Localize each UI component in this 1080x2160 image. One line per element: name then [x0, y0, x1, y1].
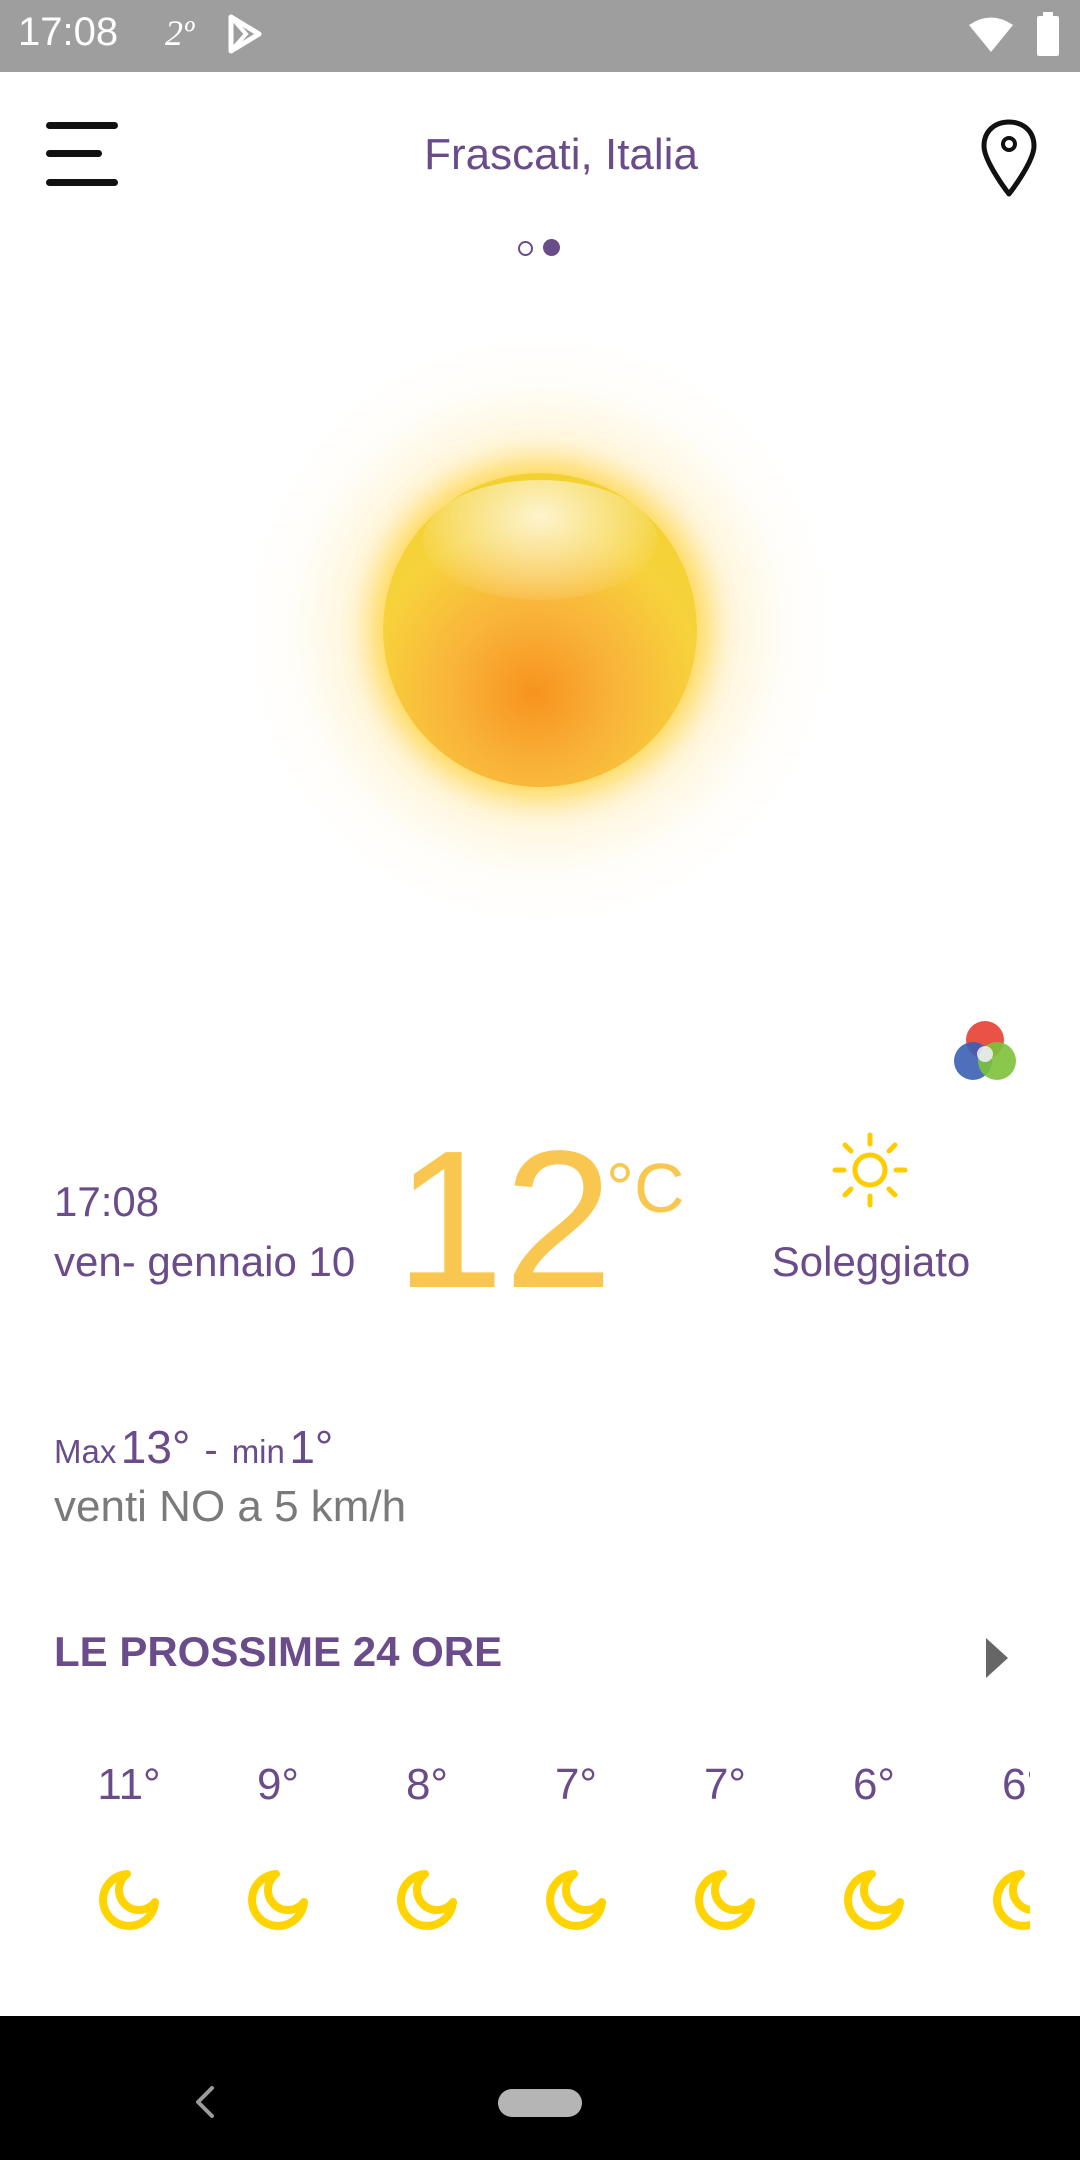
home-pill-button[interactable] [498, 2089, 582, 2117]
moon-icon [695, 1870, 755, 1930]
weather-screen: 17:08 2º Frascati, Italia 17:08 ven- gen… [0, 0, 1080, 2160]
wifi-icon [969, 17, 1013, 52]
hourly-item[interactable]: 11° [54, 1760, 204, 1930]
status-bar: 17:08 2º [0, 0, 1080, 72]
hourly-temp: 11° [97, 1760, 161, 1809]
back-icon[interactable] [192, 2082, 216, 2122]
hourly-forecast-strip[interactable]: 11° 9° 8° 7° 7° 6° 6° [54, 1760, 1030, 1980]
moon-icon [993, 1870, 1030, 1930]
min-value: 1° [289, 1421, 334, 1473]
hourly-item[interactable]: 7° [650, 1760, 800, 1930]
sun-icon [832, 1132, 908, 1208]
current-time: 17:08 [54, 1178, 160, 1225]
hourly-temp: 7° [703, 1760, 747, 1809]
hourly-temp: 6° [1001, 1760, 1030, 1809]
location-title: Frascati, Italia [424, 130, 698, 179]
moon-icon [546, 1870, 606, 1930]
hourly-temp: 6° [852, 1760, 896, 1809]
hourly-item[interactable]: 7° [501, 1760, 651, 1930]
color-theme-icon[interactable] [952, 1018, 1018, 1084]
status-temp-badge: 2º [165, 13, 195, 53]
page-dot-1[interactable] [518, 241, 533, 256]
location-pin-icon[interactable] [978, 118, 1040, 198]
max-label: Max [54, 1433, 117, 1470]
moon-icon [397, 1870, 457, 1930]
hourly-temp: 8° [405, 1760, 449, 1809]
max-value: 13° [120, 1421, 191, 1473]
play-store-icon [228, 14, 262, 54]
sun-highlight [423, 480, 657, 600]
hourly-item[interactable]: 9° [203, 1760, 353, 1930]
current-date: ven- gennaio 10 [54, 1238, 356, 1285]
min-max-row: Max 13° - min 1° [54, 1420, 333, 1474]
weather-illustration-sun [240, 330, 840, 930]
hourly-item[interactable]: 6° [948, 1760, 1030, 1930]
hourly-temp: 7° [554, 1760, 598, 1809]
hourly-temp: 9° [256, 1760, 300, 1809]
next-24-hours-title[interactable]: LE PROSSIME 24 ORE [54, 1628, 502, 1676]
page-indicator [516, 238, 566, 260]
system-nav-bar [0, 2016, 1080, 2160]
current-temperature: 12 [395, 1110, 614, 1329]
temperature-unit: °C [606, 1149, 685, 1227]
hourly-item[interactable]: 8° [352, 1760, 502, 1930]
minmax-separator: - [204, 1428, 218, 1472]
menu-line [46, 179, 118, 186]
hamburger-menu-icon [46, 122, 118, 129]
min-label: min [231, 1433, 285, 1470]
hourly-item[interactable]: 6° [799, 1760, 949, 1930]
page-dot-2-active[interactable] [543, 239, 560, 256]
wind-info: venti NO a 5 km/h [54, 1482, 407, 1531]
status-time: 17:08 [18, 10, 119, 54]
chevron-right-icon[interactable] [982, 1636, 1012, 1680]
moon-icon [99, 1870, 159, 1930]
moon-icon [844, 1870, 904, 1930]
condition-label: Soleggiato [771, 1238, 971, 1285]
battery-icon [1037, 12, 1059, 56]
moon-icon [248, 1870, 308, 1930]
